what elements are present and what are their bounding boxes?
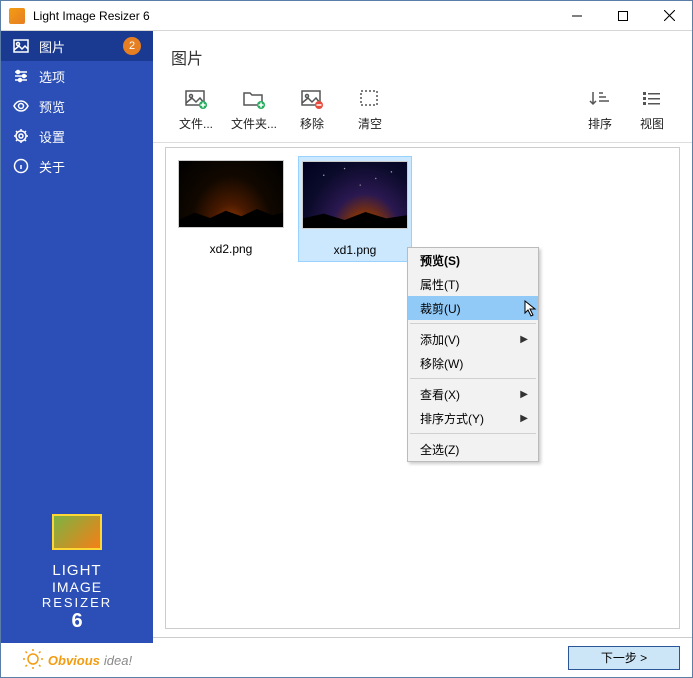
brand-text-b: idea! xyxy=(104,653,132,668)
ctx-remove[interactable]: 移除(W) xyxy=(408,351,538,375)
page-title: 图片 xyxy=(153,31,692,77)
tool-label: 移除 xyxy=(300,115,324,132)
remove-icon xyxy=(300,87,324,111)
main-panel: 图片 文件... 文件夹... xyxy=(153,31,692,677)
logo-icon xyxy=(46,508,108,556)
sidebar-item-label: 关于 xyxy=(39,157,65,176)
tool-label: 文件... xyxy=(179,115,213,132)
remove-button[interactable]: 移除 xyxy=(283,83,341,136)
sidebar: 图片 2 选项 预览 设置 xyxy=(1,31,153,677)
clear-icon xyxy=(358,87,382,111)
toolbar: 文件... 文件夹... 移除 xyxy=(153,77,692,143)
add-file-button[interactable]: 文件... xyxy=(167,83,225,136)
info-icon xyxy=(13,158,29,174)
sidebar-item-preview[interactable]: 预览 xyxy=(1,91,153,121)
sort-button[interactable]: 排序 xyxy=(574,83,626,136)
file-add-icon xyxy=(184,87,208,111)
sidebar-item-label: 选项 xyxy=(39,67,65,86)
sidebar-item-label: 设置 xyxy=(39,127,65,146)
folder-add-icon xyxy=(242,87,266,111)
minimize-button[interactable] xyxy=(554,1,600,30)
submenu-arrow-icon: ▶ xyxy=(520,413,528,424)
sidebar-item-label: 图片 xyxy=(39,37,65,56)
bulb-icon xyxy=(22,649,44,671)
window-title: Light Image Resizer 6 xyxy=(33,9,554,23)
view-icon xyxy=(640,87,664,111)
titlebar: Light Image Resizer 6 xyxy=(1,1,692,31)
logo-line3: RESIZER xyxy=(1,595,153,610)
thumbnail-caption: xd1.png xyxy=(301,235,409,257)
logo-line1: LIGHT xyxy=(1,562,153,579)
ctx-properties[interactable]: 属性(T) xyxy=(408,272,538,296)
gear-icon xyxy=(13,128,29,144)
product-logo: LIGHT IMAGE RESIZER 6 xyxy=(1,493,153,643)
context-menu: 预览(S) 属性(T) 裁剪(U) 添加(V)▶ 移除(W) 查看(X)▶ 排序… xyxy=(407,247,539,462)
view-button[interactable]: 视图 xyxy=(626,83,678,136)
clear-button[interactable]: 清空 xyxy=(341,83,399,136)
submenu-arrow-icon: ▶ xyxy=(520,334,528,345)
thumbnail-image xyxy=(302,161,408,229)
ctx-sort[interactable]: 排序方式(Y)▶ xyxy=(408,406,538,430)
image-icon xyxy=(13,38,29,54)
thumbnail-image xyxy=(178,160,284,228)
ctx-view[interactable]: 查看(X)▶ xyxy=(408,382,538,406)
sidebar-badge: 2 xyxy=(123,37,141,55)
next-button[interactable]: 下一步 > xyxy=(568,646,680,670)
close-button[interactable] xyxy=(646,1,692,30)
tool-label: 视图 xyxy=(640,115,664,132)
add-folder-button[interactable]: 文件夹... xyxy=(225,83,283,136)
ctx-add[interactable]: 添加(V)▶ xyxy=(408,327,538,351)
ctx-preview[interactable]: 预览(S) xyxy=(408,248,538,272)
thumbnail-area[interactable]: xd2.png xd1.png 预览(S) 属性(T) 裁剪(U) 添加(V)▶… xyxy=(165,147,680,629)
sidebar-item-images[interactable]: 图片 2 xyxy=(1,31,153,61)
tool-label: 排序 xyxy=(588,115,612,132)
tool-label: 清空 xyxy=(358,115,382,132)
logo-line4: 6 xyxy=(1,610,153,633)
sidebar-item-options[interactable]: 选项 xyxy=(1,61,153,91)
sort-icon xyxy=(588,87,612,111)
brand-text-a: Obvious xyxy=(48,653,100,668)
ctx-separator xyxy=(410,378,536,379)
maximize-button[interactable] xyxy=(600,1,646,30)
footer: 下一步 > xyxy=(153,637,692,677)
tool-label: 文件夹... xyxy=(231,115,277,132)
ctx-select-all[interactable]: 全选(Z) xyxy=(408,437,538,461)
thumbnail-caption: xd2.png xyxy=(176,234,286,256)
submenu-arrow-icon: ▶ xyxy=(520,389,528,400)
ctx-separator xyxy=(410,433,536,434)
brand-bar[interactable]: Obvious idea! xyxy=(1,643,153,677)
thumbnail-item[interactable]: xd2.png xyxy=(174,156,288,262)
logo-line2: IMAGE xyxy=(1,579,153,595)
ctx-separator xyxy=(410,323,536,324)
thumbnail-item[interactable]: xd1.png xyxy=(298,156,412,262)
sliders-icon xyxy=(13,68,29,84)
eye-icon xyxy=(13,98,29,114)
sidebar-item-label: 预览 xyxy=(39,97,65,116)
ctx-crop[interactable]: 裁剪(U) xyxy=(408,296,538,320)
sidebar-item-about[interactable]: 关于 xyxy=(1,151,153,181)
sidebar-item-settings[interactable]: 设置 xyxy=(1,121,153,151)
app-icon xyxy=(9,8,25,24)
